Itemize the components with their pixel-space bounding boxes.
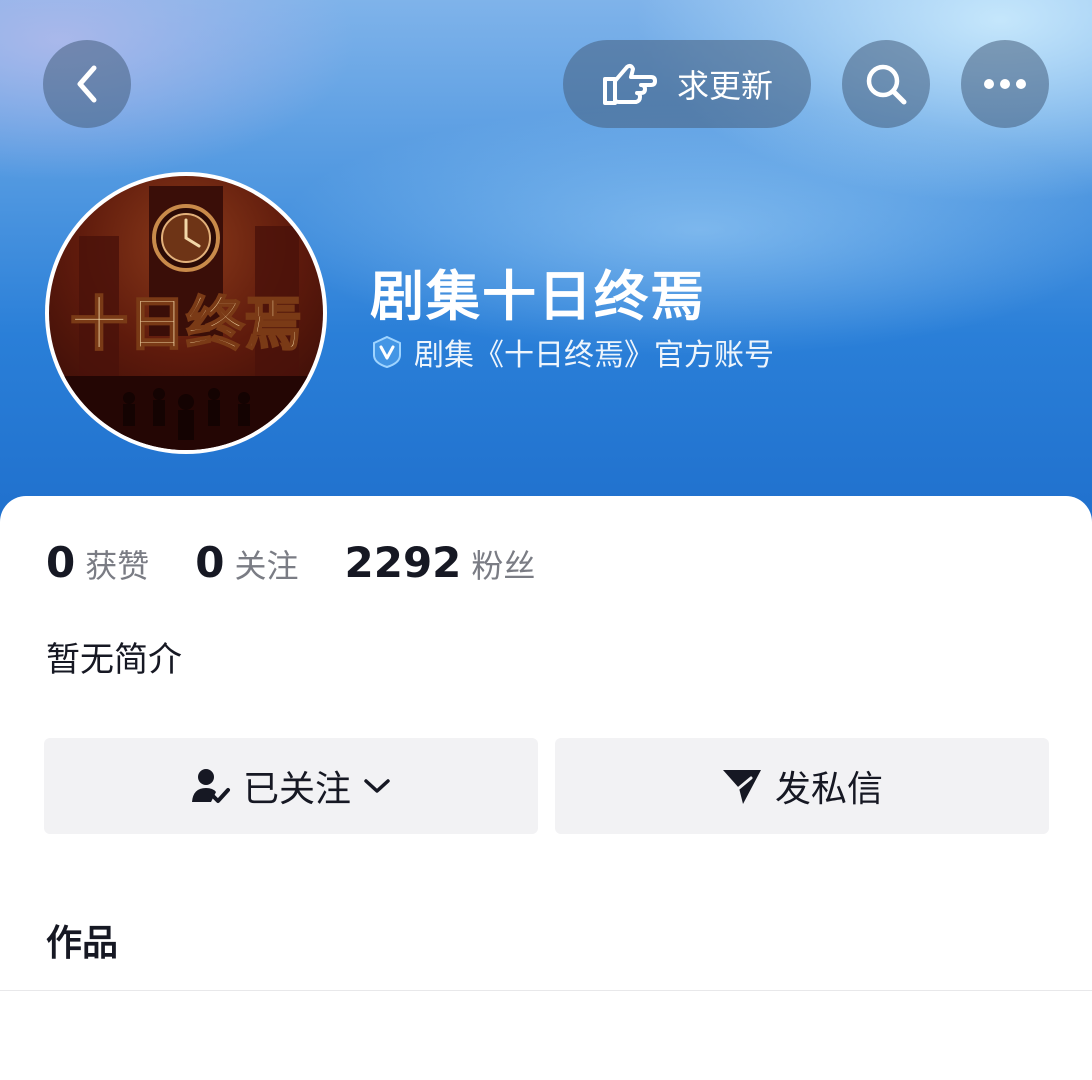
- avatar-artwork: 十日终焉: [49, 186, 323, 450]
- profile-content: 0 获赞 0 关注 2292 粉丝 暂无简介 已关注 发私信 作品: [0, 496, 1092, 1080]
- following-label: 已关注: [242, 769, 351, 810]
- tab-divider: [0, 990, 1092, 991]
- followers-label: 粉丝: [471, 547, 536, 585]
- verified-badge-icon: [373, 335, 401, 369]
- user-check-icon: [191, 769, 230, 803]
- bio-text: 暂无简介: [46, 640, 182, 680]
- search-button[interactable]: [842, 40, 930, 128]
- chevron-down-icon: [364, 779, 390, 793]
- request-update-button[interactable]: 求更新: [563, 40, 811, 128]
- stat-following[interactable]: 0 关注: [195, 538, 298, 587]
- stat-likes[interactable]: 0 获赞: [46, 538, 149, 587]
- verified-text: 剧集《十日终焉》官方账号: [414, 338, 774, 373]
- more-options-button[interactable]: [961, 40, 1049, 128]
- send-icon: [722, 770, 761, 804]
- pointing-hand-icon: [602, 63, 657, 105]
- profile-name: 剧集十日终焉: [370, 265, 706, 328]
- request-update-label: 求更新: [676, 67, 773, 105]
- following-button[interactable]: 已关注: [44, 738, 538, 834]
- send-message-button[interactable]: 发私信: [555, 738, 1049, 834]
- back-button[interactable]: [43, 40, 131, 128]
- chevron-left-icon: [77, 65, 97, 103]
- search-icon: [866, 64, 907, 105]
- profile-header: 求更新 十日终焉 剧集十日终焉 剧集《十日终焉》官方账号: [0, 0, 1092, 540]
- following-label: 关注: [234, 547, 299, 585]
- tab-works[interactable]: 作品: [46, 914, 118, 966]
- followers-count: 2292: [344, 538, 462, 587]
- stat-followers[interactable]: 2292 粉丝: [345, 538, 536, 587]
- likes-count: 0: [46, 538, 76, 587]
- more-dots-icon: [984, 79, 1026, 89]
- send-message-label: 发私信: [774, 769, 883, 810]
- profile-stats: 0 获赞 0 关注 2292 粉丝: [46, 538, 581, 587]
- avatar-title-text: 十日终焉: [70, 290, 302, 358]
- verified-info: 剧集《十日终焉》官方账号: [370, 330, 774, 374]
- avatar[interactable]: 十日终焉: [45, 172, 327, 454]
- following-count: 0: [195, 538, 225, 587]
- avatar-image: 十日终焉: [49, 176, 323, 450]
- likes-label: 获赞: [85, 547, 150, 585]
